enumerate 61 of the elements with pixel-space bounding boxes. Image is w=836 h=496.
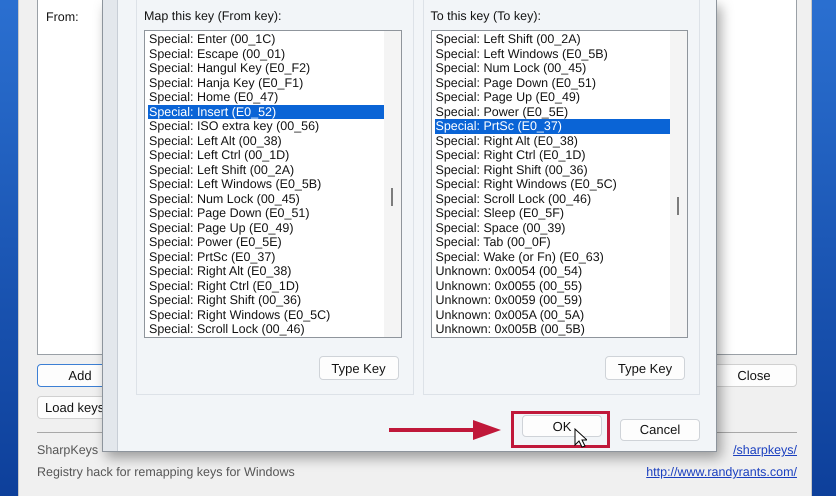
- cursor-icon: [574, 428, 587, 448]
- key-list-item[interactable]: Special: Scroll Lock (00_46): [148, 322, 384, 336]
- key-list-item[interactable]: Special: Right Alt (E0_38): [148, 264, 384, 278]
- key-list-item[interactable]: Special: Home (E0_47): [148, 90, 384, 104]
- key-list-item[interactable]: Special: Enter (00_1C): [148, 32, 384, 46]
- list-header: From:: [46, 10, 79, 24]
- app-description: Registry hack for remapping keys for Windows: [37, 465, 295, 479]
- key-list-item[interactable]: Special: Page Up (E0_49): [434, 90, 670, 104]
- key-list-item[interactable]: Special: Right Ctrl (E0_1D): [148, 278, 384, 293]
- web-link[interactable]: /sharpkeys/: [733, 443, 797, 457]
- key-list-item[interactable]: Special: Num Lock (00_45): [148, 192, 384, 206]
- key-list-item[interactable]: Special: Space (00_39): [434, 220, 670, 235]
- scroll-thumb[interactable]: [677, 197, 679, 215]
- scrollbar[interactable]: [384, 31, 400, 337]
- key-list-item[interactable]: Unknown: 0x005B (00_5B): [434, 322, 670, 336]
- key-list-item[interactable]: Special: Power (E0_5E): [434, 104, 670, 119]
- scrollbar[interactable]: [670, 31, 687, 337]
- key-list-item[interactable]: Special: Left Windows (E0_5B): [148, 177, 384, 192]
- group-label: To this key (To key):: [430, 9, 542, 24]
- key-list-item[interactable]: Special: Page Down (E0_51): [434, 76, 670, 90]
- key-list-item[interactable]: Special: Tab (00_0F): [434, 235, 670, 250]
- key-list-item[interactable]: Special: Left Alt (00_38): [148, 134, 384, 148]
- key-list-item[interactable]: Special: Page Down (E0_51): [148, 206, 384, 220]
- key-list[interactable]: [430, 30, 688, 338]
- key-list-item[interactable]: Special: Right Windows (E0_5C): [148, 308, 384, 322]
- key-list-item[interactable]: Special: Right Shift (00_36): [148, 293, 384, 308]
- key-list-item[interactable]: Special: Right Shift (00_36): [434, 162, 670, 177]
- key-list-item[interactable]: Special: Hanja Key (E0_F1): [148, 76, 384, 90]
- key-list-item[interactable]: Special: ISO extra key (00_56): [148, 119, 384, 134]
- key-list-item[interactable]: Unknown: 0x005A (00_5A): [434, 308, 670, 322]
- key-list-item[interactable]: Special: Left Shift (00_2A): [434, 32, 670, 46]
- key-list-item[interactable]: Special: Scroll Lock (00_46): [434, 192, 670, 206]
- key-list-item[interactable]: Special: Right Ctrl (E0_1D): [434, 148, 670, 162]
- type-key-button[interactable]: Type Key: [318, 356, 398, 380]
- app-name: SharpKeys: [37, 443, 98, 457]
- key-list-item[interactable]: Special: Left Ctrl (00_1D): [148, 148, 384, 162]
- arrow-icon: [389, 418, 501, 440]
- key-list-item[interactable]: Special: Power (E0_5E): [148, 235, 384, 250]
- key-list-item[interactable]: Special: Sleep (E0_5F): [434, 206, 670, 220]
- key-list-item[interactable]: Special: Right Alt (E0_38): [434, 134, 670, 148]
- key-list-item[interactable]: Unknown: 0x0059 (00_59): [434, 293, 670, 308]
- key-list-item[interactable]: Special: PrtSc (E0_37): [148, 250, 384, 264]
- key-list-item[interactable]: Special: Wake (or Fn) (E0_63): [434, 250, 670, 264]
- web-link[interactable]: http://www.randyrants.com/: [646, 465, 797, 479]
- type-key-button[interactable]: Type Key: [605, 356, 685, 380]
- key-list-item[interactable]: Special: PrtSc (E0_37): [434, 119, 670, 134]
- scroll-thumb[interactable]: [390, 188, 392, 206]
- key-list-item[interactable]: Special: Left Shift (00_2A): [148, 162, 384, 177]
- key-list-item[interactable]: Unknown: 0x0054 (00_54): [434, 264, 670, 278]
- key-list-item[interactable]: Special: Num Lock (00_45): [434, 61, 670, 76]
- key-list-item[interactable]: Special: Left Windows (E0_5B): [434, 46, 670, 61]
- key-list-item[interactable]: Special: Escape (00_01): [148, 46, 384, 61]
- dialog-button[interactable]: OK: [522, 415, 602, 437]
- key-list-item[interactable]: Special: Hangul Key (E0_F2): [148, 61, 384, 76]
- key-list-item[interactable]: Special: Page Up (E0_49): [148, 220, 384, 235]
- key-list[interactable]: [144, 30, 402, 338]
- key-list-item[interactable]: Special: Right Windows (E0_5C): [434, 177, 670, 192]
- dialog-button[interactable]: Cancel: [620, 418, 700, 440]
- key-list-item[interactable]: Special: Insert (E0_52): [148, 104, 384, 119]
- group-label: Map this key (From key):: [144, 9, 283, 24]
- key-list-item[interactable]: Unknown: 0x0055 (00_55): [434, 278, 670, 293]
